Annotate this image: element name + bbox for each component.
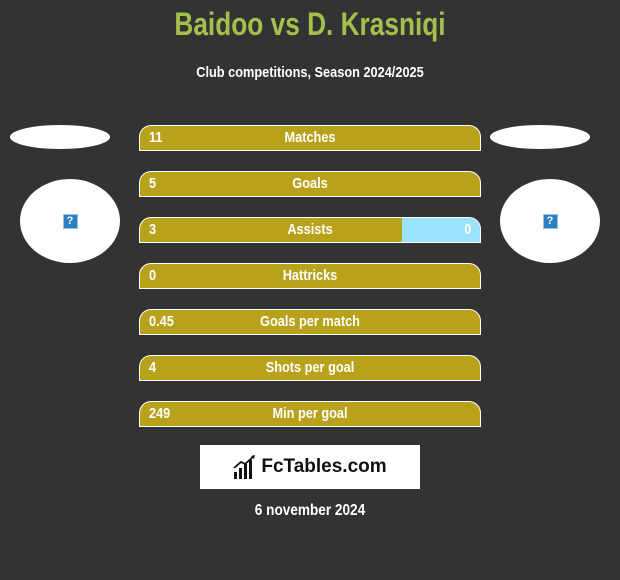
logo-text: FcTables.com bbox=[261, 456, 387, 477]
stat-row-assists: Assists 3 0 bbox=[139, 217, 481, 243]
fctables-logo[interactable]: FcTables.com bbox=[200, 445, 420, 489]
stat-label: Assists bbox=[287, 221, 333, 238]
stat-row-hattricks: Hattricks 0 bbox=[139, 263, 481, 289]
right-player-name-placeholder bbox=[490, 125, 590, 149]
left-value: 249 bbox=[149, 405, 171, 422]
stat-label: Goals bbox=[292, 175, 328, 192]
date-label: 6 november 2024 bbox=[254, 502, 366, 519]
stat-label: Goals per match bbox=[260, 313, 360, 330]
stat-label: Shots per goal bbox=[265, 359, 355, 376]
stat-row-goals-per-match: Goals per match 0.45 bbox=[139, 309, 481, 335]
competition-subtitle: Club competitions, Season 2024/2025 bbox=[196, 64, 424, 81]
stat-row-min-per-goal: Min per goal 249 bbox=[139, 401, 481, 427]
missing-image-icon: ? bbox=[62, 213, 78, 229]
left-value: 0.45 bbox=[149, 313, 174, 330]
left-value: 5 bbox=[149, 175, 157, 192]
left-value: 11 bbox=[149, 129, 163, 146]
left-player-photo: ? bbox=[20, 179, 120, 263]
stat-label: Min per goal bbox=[272, 405, 348, 422]
left-player-name-placeholder bbox=[10, 125, 110, 149]
bar-chart-icon bbox=[233, 455, 256, 479]
page-title: Baidoo vs D. Krasniqi bbox=[174, 6, 446, 42]
stat-row-matches: Matches 11 bbox=[139, 125, 481, 151]
right-player-photo: ? bbox=[500, 179, 600, 263]
stat-label: Matches bbox=[284, 129, 336, 146]
stat-row-shots-per-goal: Shots per goal 4 bbox=[139, 355, 481, 381]
stat-row-goals: Goals 5 bbox=[139, 171, 481, 197]
stat-label: Hattricks bbox=[282, 267, 338, 284]
left-value: 0 bbox=[149, 267, 157, 284]
missing-image-icon: ? bbox=[542, 213, 558, 229]
left-value: 3 bbox=[149, 221, 157, 238]
left-value: 4 bbox=[149, 359, 157, 376]
right-value: 0 bbox=[463, 221, 471, 238]
